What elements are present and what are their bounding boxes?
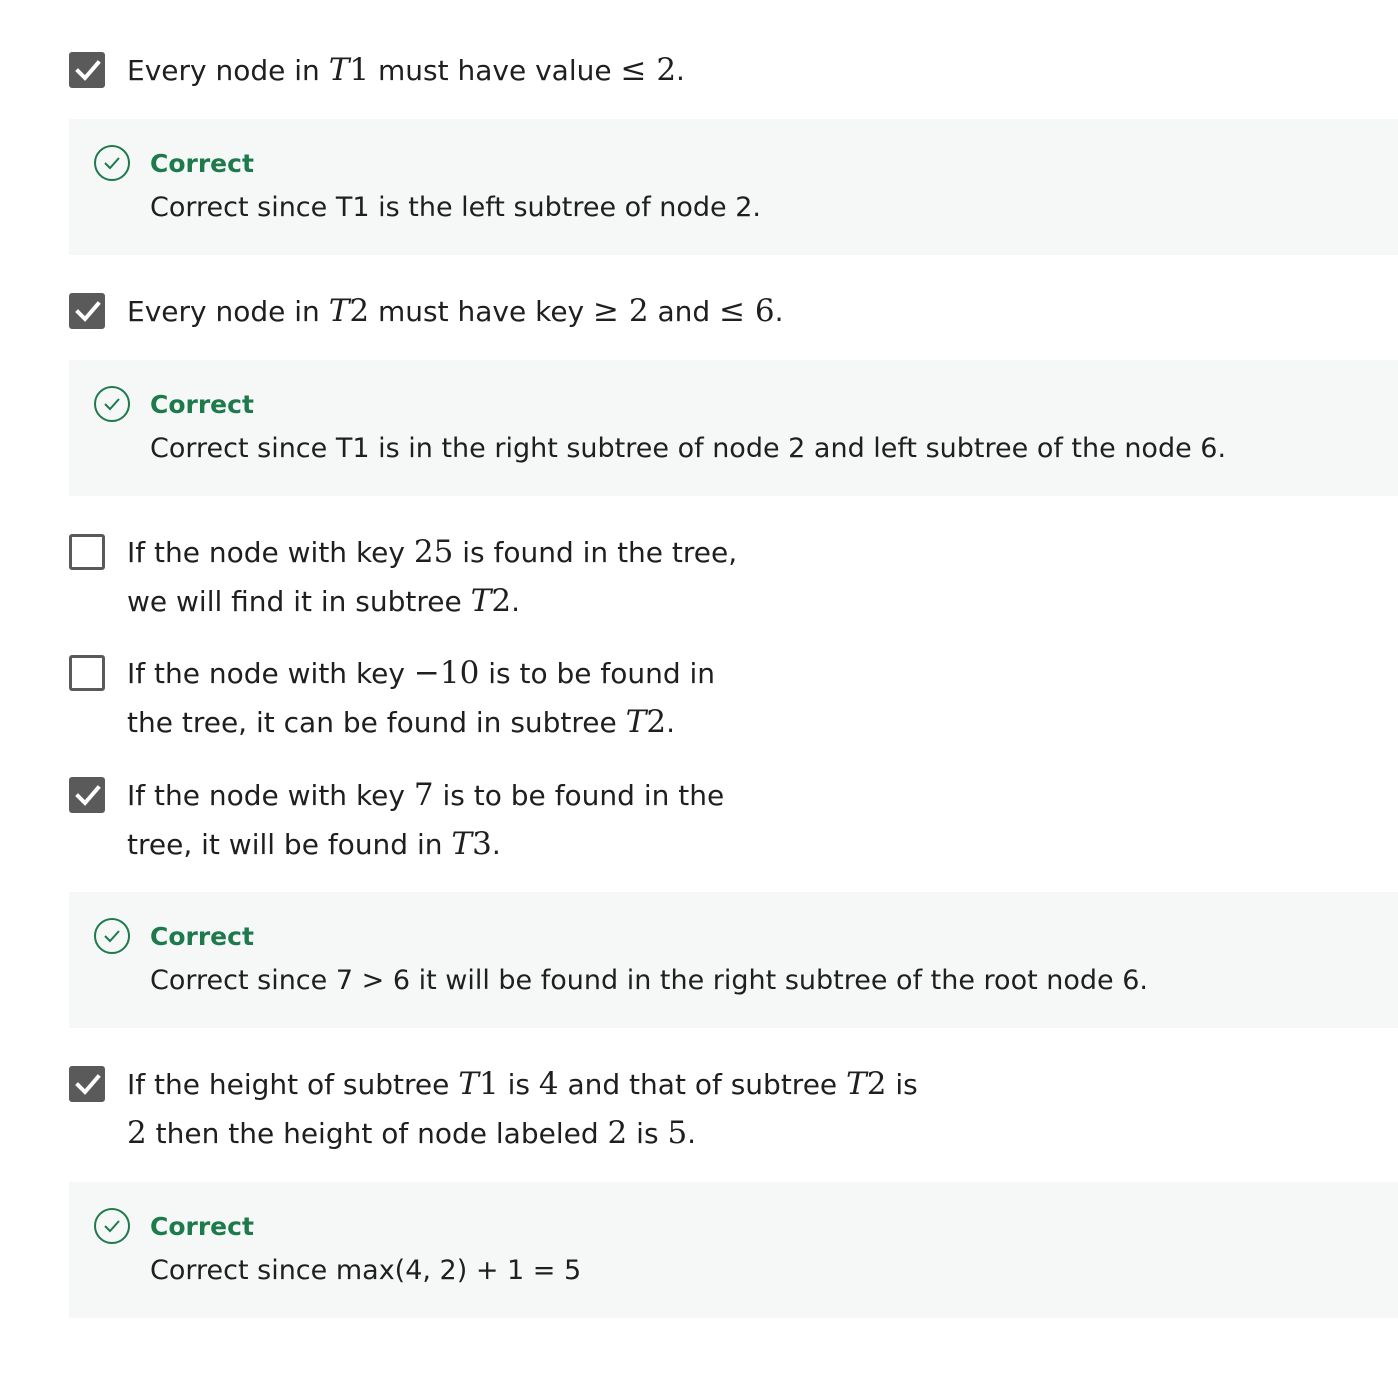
option-text: If the node with key 7 is to be found in…: [127, 777, 725, 862]
option-text: If the height of subtree T1 is 4 and tha…: [127, 1066, 918, 1151]
feedback-panel-1: Correct Correct since T1 is the left sub…: [69, 119, 1398, 255]
feedback-status: Correct: [150, 149, 254, 178]
checkbox-checked[interactable]: [69, 1066, 105, 1102]
checkbox-unchecked[interactable]: [69, 655, 105, 691]
check-circle-icon: [94, 386, 130, 422]
checkbox-checked[interactable]: [69, 777, 105, 813]
feedback-text: Correct since 7 > 6 it will be found in …: [150, 965, 1148, 996]
answer-option-4: If the node with key −10 is to be found …: [69, 655, 1398, 745]
feedback-text: Correct since T1 is the left subtree of …: [150, 192, 762, 223]
answer-option-5: If the node with key 7 is to be found in…: [69, 777, 1398, 867]
check-circle-icon: [94, 918, 130, 954]
feedback-text: Correct since max(4, 2) + 1 = 5: [150, 1255, 582, 1286]
option-text: If the node with key −10 is to be found …: [127, 655, 716, 740]
check-circle-icon: [94, 1208, 130, 1244]
feedback-panel-2: Correct Correct since T1 is in the right…: [69, 360, 1398, 496]
feedback-panel-6: Correct Correct since max(4, 2) + 1 = 5: [69, 1182, 1398, 1318]
check-icon: [75, 301, 101, 322]
check-circle-icon: [94, 145, 130, 181]
answer-option-6: If the height of subtree T1 is 4 and tha…: [69, 1066, 1398, 1156]
answer-option-1: Every node in T1 must have value ≤ 2.: [69, 52, 1398, 92]
checkbox-checked[interactable]: [69, 293, 105, 329]
check-icon: [75, 1074, 101, 1095]
answer-option-3: If the node with key 25 is found in the …: [69, 534, 1398, 624]
checkbox-checked[interactable]: [69, 52, 105, 88]
feedback-status: Correct: [150, 1212, 254, 1241]
checkbox-unchecked[interactable]: [69, 534, 105, 570]
feedback-status: Correct: [150, 390, 254, 419]
feedback-status: Correct: [150, 922, 254, 951]
check-icon: [75, 785, 101, 806]
option-text: If the node with key 25 is found in the …: [127, 534, 738, 619]
feedback-panel-5: Correct Correct since 7 > 6 it will be f…: [69, 892, 1398, 1028]
feedback-text: Correct since T1 is in the right subtree…: [150, 433, 1227, 464]
check-icon: [75, 60, 101, 81]
option-text: Every node in T1 must have value ≤ 2.: [127, 52, 685, 88]
answer-option-2: Every node in T2 must have key ≥ 2 and ≤…: [69, 293, 1398, 333]
option-text: Every node in T2 must have key ≥ 2 and ≤…: [127, 293, 784, 329]
